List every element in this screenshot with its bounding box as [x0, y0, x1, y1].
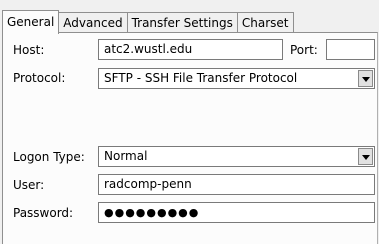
password-input[interactable]: ●●●●●●●●● — [98, 202, 375, 223]
port-label: Port: — [290, 43, 318, 57]
logon-type-selected-value: Normal — [104, 149, 148, 163]
port-input[interactable] — [326, 39, 375, 60]
host-input[interactable]: atc2.wustl.edu — [98, 39, 283, 60]
chevron-down-icon[interactable] — [358, 148, 373, 165]
host-label: Host: — [13, 43, 45, 57]
tab-general[interactable]: General — [2, 10, 60, 34]
logon-type-select[interactable]: Normal — [98, 146, 375, 167]
protocol-label: Protocol: — [13, 71, 66, 85]
chevron-down-icon[interactable] — [358, 70, 373, 87]
tab-advanced[interactable]: Advanced — [58, 12, 128, 33]
general-tab-panel: Host: atc2.wustl.edu Port: Protocol: SFT… — [2, 32, 378, 244]
protocol-selected-value: SFTP - SSH File Transfer Protocol — [104, 71, 298, 85]
password-label: Password: — [13, 206, 74, 220]
user-input[interactable]: radcomp-penn — [98, 174, 375, 195]
tab-transfer-settings[interactable]: Transfer Settings — [126, 12, 238, 33]
protocol-select[interactable]: SFTP - SSH File Transfer Protocol — [98, 68, 375, 89]
user-label: User: — [13, 178, 45, 192]
logon-type-label: Logon Type: — [13, 150, 85, 164]
tab-charset[interactable]: Charset — [236, 12, 294, 33]
tab-strip: General Advanced Transfer Settings Chars… — [2, 8, 294, 34]
